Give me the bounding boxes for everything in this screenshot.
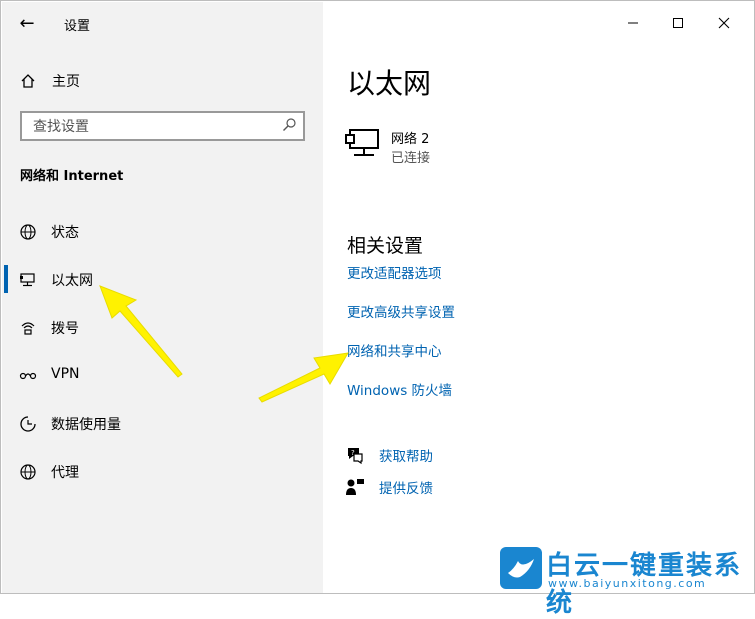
svg-text:?: ?: [351, 449, 355, 457]
main-panel: 以太网 网络 2 已连接 相关设置 更改适配器选项 更改高级共享设置 网络和共享…: [323, 2, 754, 593]
feedback-icon: [346, 479, 364, 495]
ethernet-icon: [20, 273, 35, 287]
link-firewall[interactable]: Windows 防火墙: [347, 379, 452, 399]
sidebar-item-label: 状态: [51, 225, 79, 241]
search-icon: [283, 118, 296, 131]
back-arrow-icon: ←: [19, 12, 35, 34]
app-title: 设置: [64, 19, 91, 34]
maximize-button[interactable]: [664, 10, 692, 36]
feedback-label: 提供反馈: [379, 481, 433, 497]
minimize-icon: [628, 22, 638, 24]
network-status: 已连接: [391, 151, 431, 166]
related-settings-title: 相关设置: [347, 235, 424, 257]
sidebar-item-data-usage[interactable]: 数据使用量: [2, 403, 323, 443]
bird-logo-icon: [500, 547, 542, 589]
help-chat-icon: ?: [348, 448, 363, 465]
get-help-link[interactable]: ? 获取帮助: [345, 445, 433, 465]
ethernet-network-icon: [345, 129, 379, 156]
home-label: 主页: [52, 74, 80, 90]
globe-icon: [20, 464, 36, 480]
link-adapter-options[interactable]: 更改适配器选项: [347, 262, 442, 282]
feedback-link[interactable]: 提供反馈: [345, 477, 433, 497]
vpn-icon: [19, 372, 37, 380]
get-help-label: 获取帮助: [379, 449, 433, 465]
sidebar-item-label: 以太网: [51, 273, 93, 289]
network-item[interactable]: 网络 2 已连接: [345, 126, 465, 170]
sidebar-item-label: 拨号: [51, 321, 79, 337]
active-indicator: [4, 265, 8, 293]
maximize-icon: [673, 18, 683, 28]
watermark: 白云一键重装系统 www.baiyunxitong.com: [500, 547, 750, 618]
annotation-arrow-sidebar: [99, 285, 183, 378]
network-name: 网络 2: [391, 132, 430, 147]
dialup-icon: [21, 322, 35, 335]
search-box[interactable]: [20, 111, 305, 141]
sidebar-item-proxy[interactable]: 代理: [2, 451, 323, 491]
data-usage-icon: [20, 416, 36, 432]
globe-status-icon: [20, 224, 36, 240]
minimize-button[interactable]: [619, 10, 647, 36]
annotation-arrow-main: [258, 352, 349, 403]
close-icon: [718, 17, 730, 29]
link-advanced-sharing[interactable]: 更改高级共享设置: [347, 301, 455, 321]
search-input[interactable]: [31, 117, 275, 137]
back-button[interactable]: ←: [16, 12, 38, 34]
close-button[interactable]: [710, 10, 738, 36]
watermark-url: www.baiyunxitong.com: [548, 577, 707, 590]
sidebar-item-status[interactable]: 状态: [2, 211, 323, 251]
settings-window: ← 设置 主页 网络和 Internet 状态: [0, 0, 755, 618]
page-title: 以太网: [347, 67, 432, 100]
sidebar-item-label: 代理: [51, 465, 79, 481]
home-nav[interactable]: 主页: [20, 71, 80, 91]
link-sharing-center[interactable]: 网络和共享中心: [347, 340, 442, 360]
sidebar-item-label: 数据使用量: [51, 417, 121, 433]
home-icon: [21, 74, 35, 88]
section-title: 网络和 Internet: [20, 169, 124, 184]
sidebar-item-label: VPN: [51, 366, 80, 382]
